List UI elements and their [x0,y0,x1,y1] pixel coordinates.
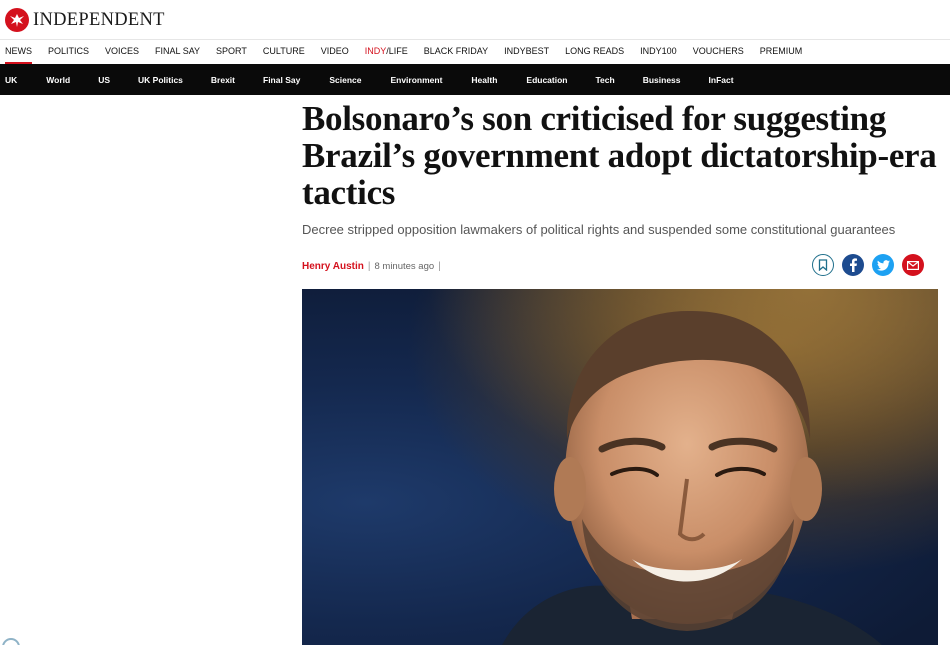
nav-long-reads[interactable]: LONG READS [565,41,624,64]
byline: Henry Austin | 8 minutes ago | [302,254,924,278]
subnav-final-say[interactable]: Final Say [263,75,300,85]
secondary-nav: UK World US UK Politics Brexit Final Say… [0,64,950,95]
portrait-illustration [302,289,938,645]
nav-premium[interactable]: PREMIUM [760,41,803,64]
nav-sport[interactable]: SPORT [216,41,247,64]
byline-separator: | [367,260,371,272]
subnav-us[interactable]: US [98,75,110,85]
subnav-education[interactable]: Education [526,75,567,85]
nav-voices[interactable]: VOICES [105,41,139,64]
subnav-uk[interactable]: UK [5,75,17,85]
nav-black-friday[interactable]: BLACK FRIDAY [424,41,488,64]
masthead: INDEPENDENT [0,0,950,40]
nav-indybest[interactable]: INDYBEST [504,41,549,64]
email-icon[interactable] [902,254,924,276]
subnav-tech[interactable]: Tech [596,75,615,85]
nav-news[interactable]: NEWS [5,41,32,64]
nav-vouchers[interactable]: VOUCHERS [693,41,744,64]
subnav-environment[interactable]: Environment [390,75,442,85]
site-name: INDEPENDENT [33,9,165,30]
nav-final-say[interactable]: FINAL SAY [155,41,200,64]
article-headline: Bolsonaro’s son criticised for suggestin… [302,99,937,212]
article: Bolsonaro’s son criticised for suggestin… [302,99,942,276]
subnav-business[interactable]: Business [643,75,681,85]
nav-life-label: /LIFE [386,46,408,56]
subnav-infact[interactable]: InFact [709,75,734,85]
subnav-uk-politics[interactable]: UK Politics [138,75,183,85]
share-bar [812,254,924,276]
nav-indy100[interactable]: INDY100 [640,41,677,64]
subnav-world[interactable]: World [46,75,70,85]
subnav-brexit[interactable]: Brexit [211,75,235,85]
feedback-icon[interactable] [2,638,20,645]
nav-indy-life[interactable]: INDY/LIFE [365,41,408,64]
nav-video[interactable]: VIDEO [321,41,349,64]
byline-separator-end: | [438,260,441,272]
nav-culture[interactable]: CULTURE [263,41,305,64]
twitter-icon[interactable] [872,254,894,276]
author-link[interactable]: Henry Austin [302,261,364,272]
nav-politics[interactable]: POLITICS [48,41,89,64]
primary-nav: NEWS POLITICS VOICES FINAL SAY SPORT CUL… [0,41,950,64]
facebook-icon[interactable] [842,254,864,276]
eagle-logo-icon [5,8,29,32]
publish-time: 8 minutes ago [374,260,435,272]
site-logo[interactable]: INDEPENDENT [5,7,165,33]
article-standfirst: Decree stripped opposition lawmakers of … [302,222,896,237]
subnav-science[interactable]: Science [329,75,361,85]
hero-photo [302,289,938,645]
subnav-health[interactable]: Health [471,75,497,85]
bookmark-icon[interactable] [812,254,834,276]
nav-indy-label: INDY [364,46,387,56]
